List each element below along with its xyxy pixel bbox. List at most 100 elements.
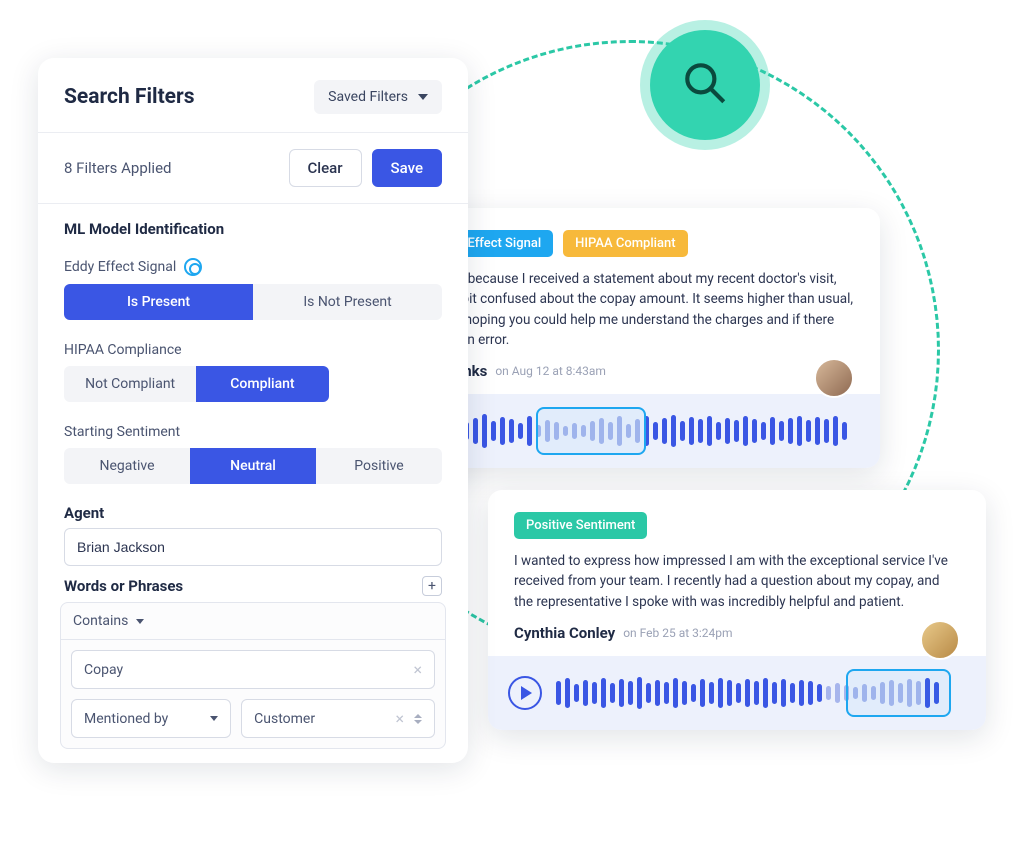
phrase-term-value: Copay [84,662,123,678]
waveform-bar [527,416,532,446]
waveform-bar [824,419,829,443]
sort-icon [414,714,422,724]
waveform-bar [808,681,813,705]
save-button[interactable]: Save [372,149,442,187]
waveform-bar [473,418,478,444]
waveform-bar [797,416,802,446]
waveform-bar [509,419,514,443]
waveform[interactable] [446,410,860,452]
phrases-label: Words or Phrases [64,577,183,595]
avatar [814,358,854,398]
waveform-bar [646,683,651,703]
clear-icon[interactable]: × [413,660,422,679]
phrase-term-input[interactable]: Copay × [71,650,435,689]
hipaa-segment: Not Compliant Compliant [64,366,329,402]
sentiment-neutral-option[interactable]: Neutral [190,448,316,484]
waveform-bar [628,681,633,705]
waveform-bar [806,420,811,442]
waveform-bar [592,682,597,704]
waveform-bar [799,680,804,706]
waveform-bar [817,684,822,702]
saved-filters-label: Saved Filters [328,89,408,105]
mentioned-by-dropdown[interactable]: Mentioned by [71,699,231,738]
waveform-bar [637,677,642,709]
waveform-bar [725,418,730,444]
hipaa-label: HIPAA Compliance [64,342,442,358]
agent-label: Agent [64,504,104,522]
waveform-selection[interactable] [846,669,951,717]
waveform-bar [826,686,831,700]
audio-player [488,656,986,730]
waveform-bar [556,681,561,705]
hipaa-compliant-tag: HIPAA Compliant [563,230,687,257]
waveform-bar [698,419,703,443]
eddy-effect-segment: Is Present Is Not Present [64,284,442,320]
call-card: Positive Sentiment I wanted to express h… [488,490,986,730]
play-icon [521,686,532,700]
eddy-not-present-option[interactable]: Is Not Present [253,284,442,320]
waveform-bar [815,417,820,445]
avatar [920,620,960,660]
waveform-bar [653,422,658,440]
waveform-selection[interactable] [536,407,646,455]
waveform-bar [781,679,786,707]
waveform[interactable] [556,672,966,714]
positive-sentiment-tag: Positive Sentiment [514,512,647,539]
waveform-bar [727,680,732,706]
waveform-bar [691,684,696,702]
waveform-bar [761,422,766,440]
waveform-bar [565,678,570,708]
signal-icon [184,258,202,276]
saved-filters-dropdown[interactable]: Saved Filters [314,80,442,114]
sentiment-segment: Negative Neutral Positive [64,448,442,484]
waveform-bar [707,416,712,446]
sentiment-positive-option[interactable]: Positive [316,448,442,484]
phrase-condition-label: Contains [73,613,128,629]
waveform-bar [682,681,687,705]
waveform-bar [835,683,840,703]
floating-search-badge [650,30,760,140]
chevron-down-icon [418,94,428,100]
clear-button[interactable]: Clear [289,149,362,187]
mentioned-by-value-select[interactable]: Customer × [241,699,435,738]
eddy-is-present-option[interactable]: Is Present [64,284,253,320]
search-filters-panel: Search Filters Saved Filters 8 Filters A… [38,58,468,763]
sentiment-negative-option[interactable]: Negative [64,448,190,484]
waveform-bar [518,423,523,439]
waveform-bar [700,679,705,707]
caller-name: Cynthia Conley [514,624,615,642]
transcript-text: I'm calling because I received a stateme… [404,269,854,350]
call-timestamp: on Aug 12 at 8:43am [495,364,606,378]
waveform-bar [788,418,793,444]
waveform-bar [619,679,624,707]
eddy-effect-label: Eddy Effect Signal [64,259,176,275]
add-phrase-button[interactable]: + [422,576,442,596]
waveform-bar [491,421,496,441]
waveform-bar [790,683,795,703]
waveform-bar [745,679,750,707]
chevron-down-icon [136,619,144,624]
tag-label: Positive Sentiment [526,518,635,533]
waveform-bar [680,421,685,441]
transcript-text: I wanted to express how impressed I am w… [514,551,960,612]
clear-icon[interactable]: × [395,709,404,728]
waveform-bar [763,678,768,708]
waveform-bar [709,682,714,704]
waveform-bar [754,681,759,705]
waveform-bar [743,416,748,446]
page-title: Search Filters [64,85,195,109]
waveform-bar [500,417,505,445]
hipaa-compliant-option[interactable]: Compliant [196,366,328,402]
waveform-bar [583,680,588,706]
waveform-bar [601,678,606,708]
hipaa-not-compliant-option[interactable]: Not Compliant [64,366,196,402]
play-button[interactable] [508,676,542,710]
waveform-bar [716,422,721,440]
waveform-bar [718,678,723,708]
chevron-down-icon [210,716,218,721]
waveform-bar [671,415,676,447]
waveform-bar [779,421,784,441]
phrase-condition-dropdown[interactable]: Contains [61,603,445,640]
mentioned-by-value: Customer [254,711,315,727]
agent-input[interactable] [64,528,442,566]
